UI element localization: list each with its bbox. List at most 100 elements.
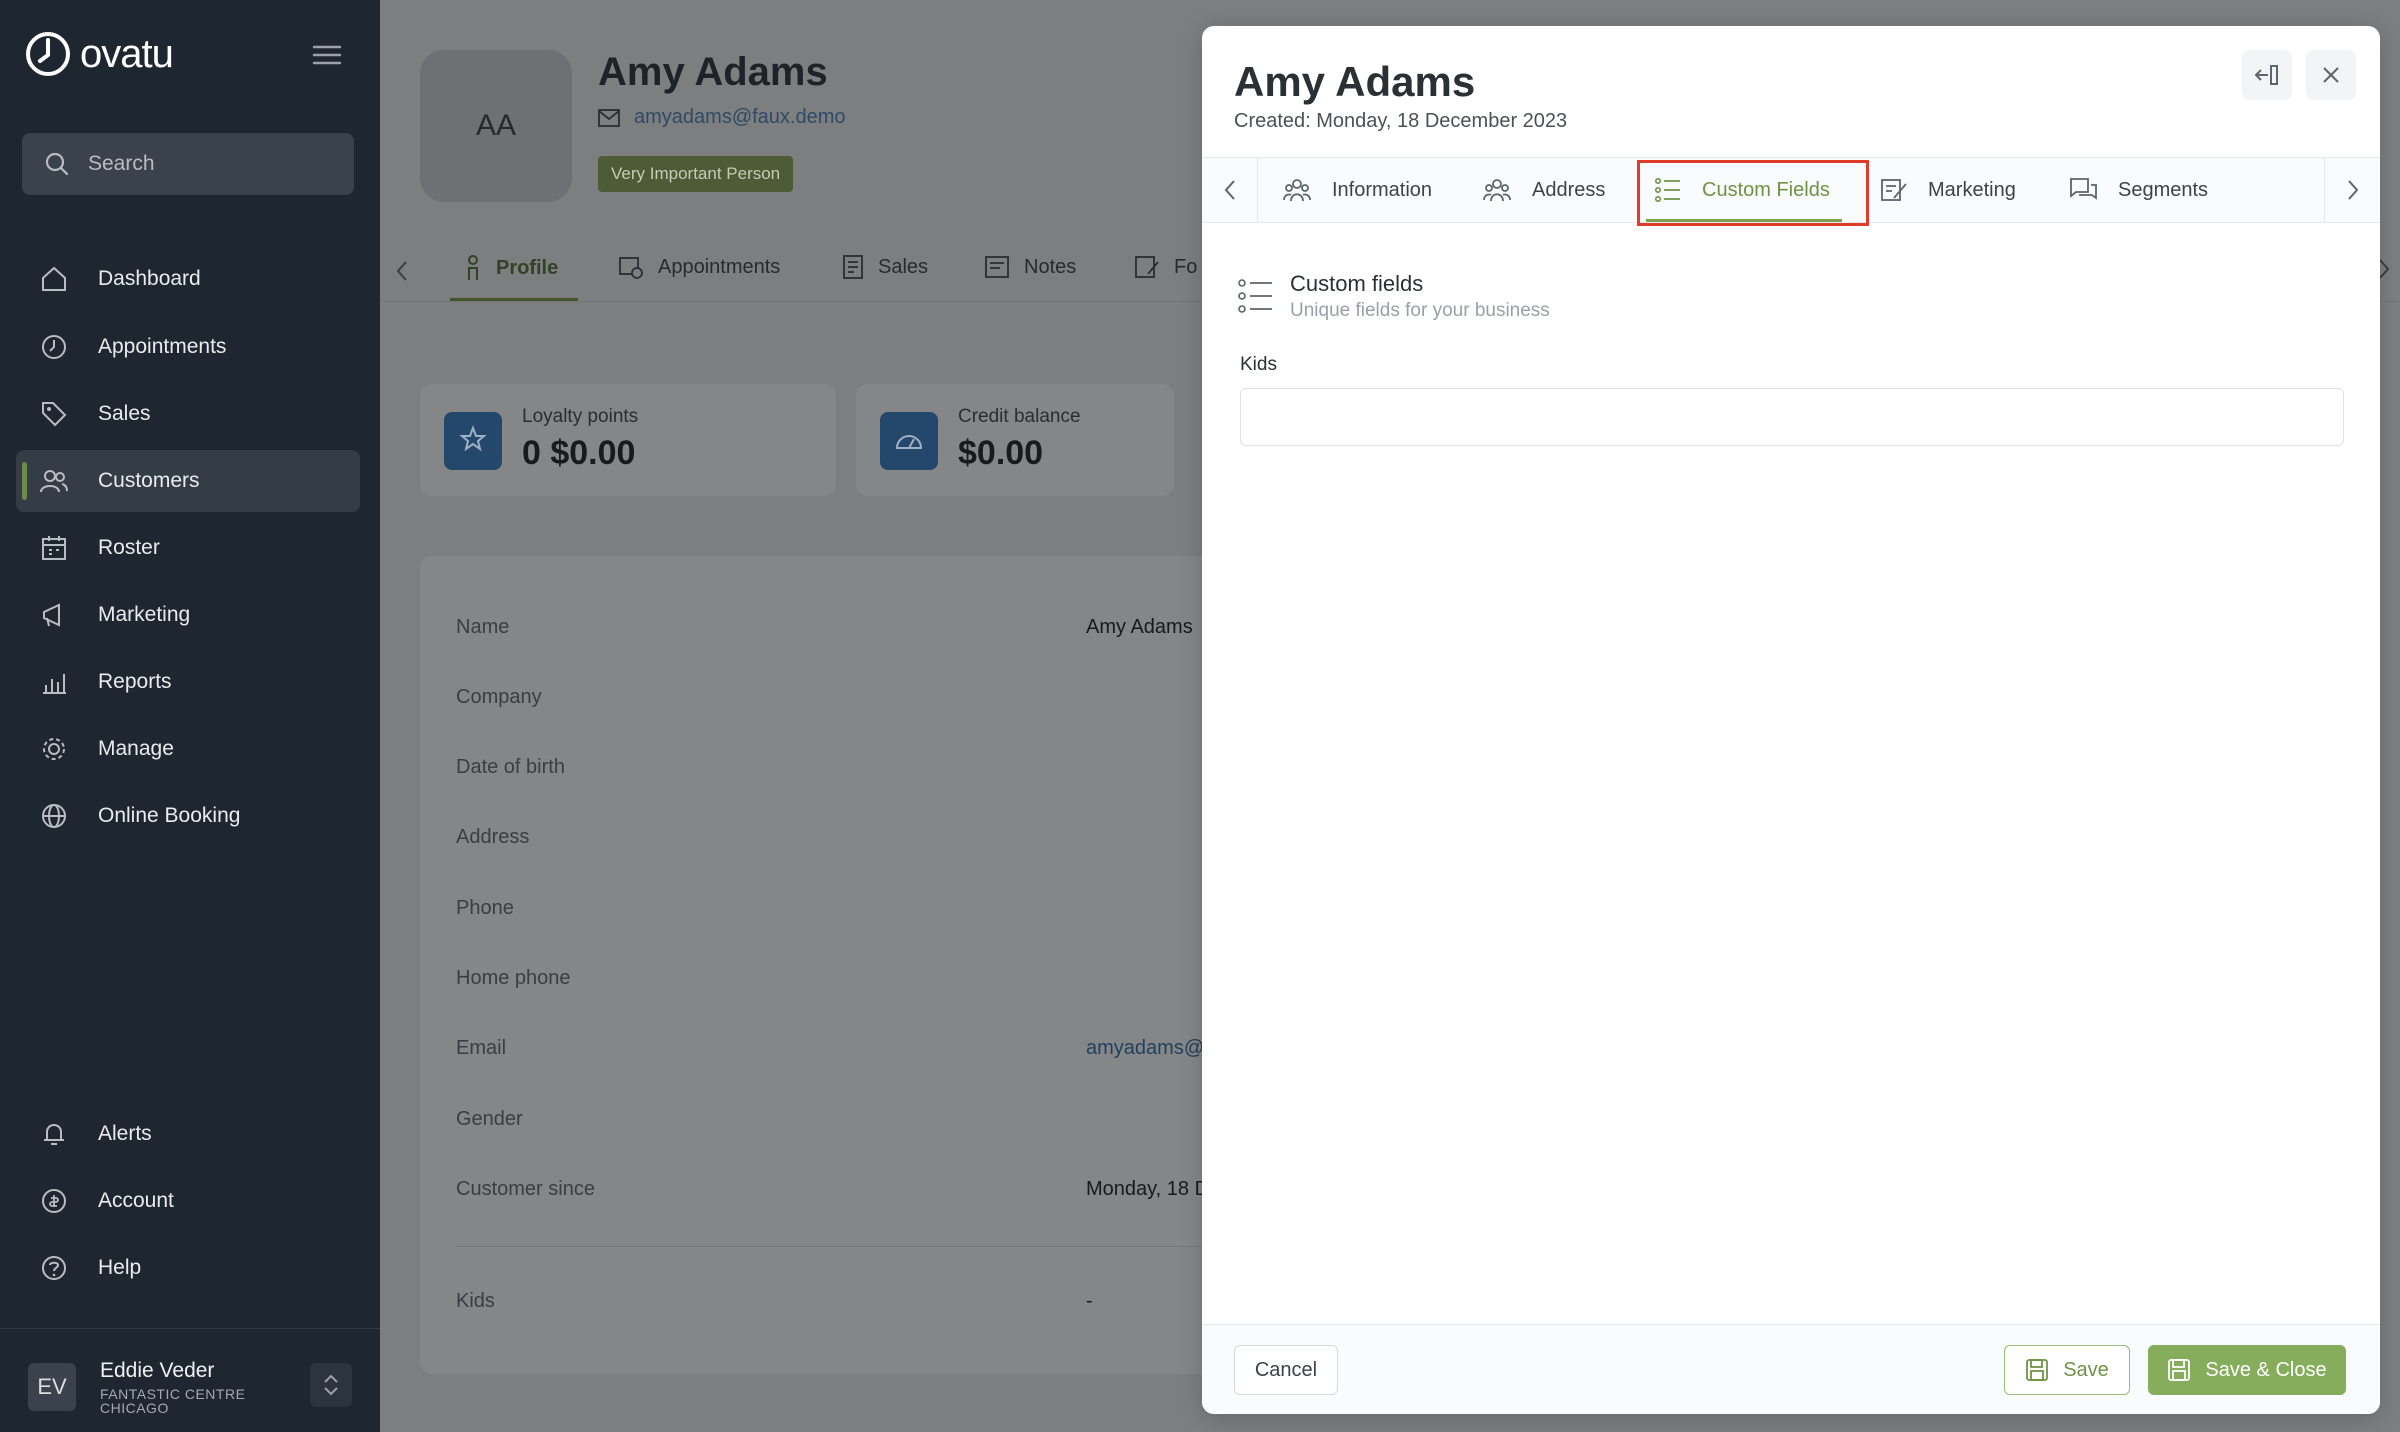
user-switch-button[interactable] xyxy=(310,1363,352,1407)
tab-appointments[interactable]: Appointments xyxy=(618,254,780,280)
nav-label: Appointments xyxy=(98,335,227,358)
tab-label: Notes xyxy=(1024,255,1077,278)
highlight-box xyxy=(1637,160,1869,226)
detail-value: Amy Adams xyxy=(1086,616,1193,638)
avatar: EV xyxy=(28,1363,76,1411)
credit-card: Credit balance $0.00 xyxy=(856,384,1174,496)
tabs-next-button[interactable] xyxy=(2324,158,2380,222)
tab-address[interactable]: Address xyxy=(1482,158,1605,222)
chevron-updown-icon xyxy=(324,1374,338,1396)
tab-forms[interactable]: Fo xyxy=(1134,254,1197,280)
gauge-icon xyxy=(880,412,938,470)
customer-edit-drawer: Amy Adams Created: Monday, 18 December 2… xyxy=(1202,26,2380,1414)
nav-item-marketing[interactable]: Marketing xyxy=(16,584,360,646)
close-icon xyxy=(2323,67,2339,83)
user-location: FANTASTIC CENTRE CHICAGO xyxy=(100,1386,246,1416)
bell-icon xyxy=(38,1118,70,1150)
detail-label: Gender xyxy=(456,1108,523,1130)
save-and-close-label: Save & Close xyxy=(2205,1358,2327,1381)
tab-active-underline xyxy=(450,298,578,301)
nav-item-help[interactable]: Help xyxy=(16,1237,360,1299)
credit-value: $0.00 xyxy=(958,434,1044,472)
account-icon xyxy=(38,1185,70,1217)
users-icon xyxy=(1483,179,1511,202)
vip-badge: Very Important Person xyxy=(598,156,794,192)
customer-name: Amy Adams xyxy=(598,50,828,94)
tab-information[interactable]: Information xyxy=(1282,158,1432,222)
save-label: Save xyxy=(2063,1358,2109,1381)
calendar-icon xyxy=(38,532,70,564)
tab-marketing[interactable]: Marketing xyxy=(1880,158,2016,222)
loyalty-label: Loyalty points xyxy=(522,406,639,427)
kids-label: Kids xyxy=(1240,354,1277,375)
drawer-created-date: Created: Monday, 18 December 2023 xyxy=(1234,110,1568,132)
help-icon xyxy=(38,1252,70,1284)
nav-item-manage[interactable]: Manage xyxy=(16,718,360,780)
tab-label: Information xyxy=(1332,178,1433,201)
tab-label: Sales xyxy=(878,255,929,278)
section-subtitle: Unique fields for your business xyxy=(1290,300,1550,321)
chart-icon xyxy=(38,666,70,698)
collapse-drawer-button[interactable] xyxy=(2242,50,2292,100)
mail-icon xyxy=(598,108,620,127)
search-input[interactable]: Search xyxy=(22,133,354,195)
nav-label: Help xyxy=(98,1256,142,1279)
customer-avatar: AA xyxy=(420,50,572,202)
nav-item-alerts[interactable]: Alerts xyxy=(16,1103,360,1165)
users-icon xyxy=(38,465,70,497)
tabs-left-chevron-icon[interactable] xyxy=(394,258,410,284)
form-icon xyxy=(1135,256,1159,278)
loyalty-star-icon xyxy=(444,412,502,470)
save-button[interactable]: Save xyxy=(2004,1345,2130,1395)
detail-value: - xyxy=(1086,1290,1093,1312)
logo-text: ovatu xyxy=(80,31,174,76)
save-and-close-button[interactable]: Save & Close xyxy=(2148,1345,2346,1395)
customer-email[interactable]: amyadams@faux.demo xyxy=(598,106,846,129)
detail-label: Customer since xyxy=(456,1178,595,1200)
nav-label: Customers xyxy=(98,469,200,492)
chevron-right-icon xyxy=(2347,180,2358,200)
menu-toggle-icon[interactable] xyxy=(310,40,344,70)
nav-label: Marketing xyxy=(98,603,191,626)
customer-email-text: amyadams@faux.demo xyxy=(634,106,846,128)
tab-notes[interactable]: Notes xyxy=(984,254,1076,280)
tab-label: Marketing xyxy=(1928,178,2016,201)
tabs-prev-button[interactable] xyxy=(1202,158,1258,222)
receipt-icon xyxy=(843,255,863,279)
chevron-left-icon xyxy=(1224,180,1235,200)
tab-segments[interactable]: Segments xyxy=(2068,158,2208,222)
tab-label: Fo xyxy=(1174,255,1198,278)
detail-label: Phone xyxy=(456,897,514,919)
collapse-panel-icon xyxy=(2254,65,2278,85)
globe-icon xyxy=(38,800,70,832)
gear-icon xyxy=(38,733,70,765)
credit-label: Credit balance xyxy=(958,406,1081,427)
search-icon xyxy=(45,152,69,176)
save-icon xyxy=(2168,1359,2191,1381)
nav-label: Dashboard xyxy=(98,267,201,290)
megaphone-icon xyxy=(38,599,70,631)
close-drawer-button[interactable] xyxy=(2306,50,2356,100)
nav-item-account[interactable]: Account xyxy=(16,1170,360,1232)
nav-item-roster[interactable]: Roster xyxy=(16,517,360,579)
nav-item-customers[interactable]: Customers xyxy=(16,450,360,512)
user-block: EV Eddie Veder FANTASTIC CENTRE CHICAGO xyxy=(0,1328,380,1432)
kids-input[interactable] xyxy=(1240,388,2344,446)
nav-item-online-booking[interactable]: Online Booking xyxy=(16,785,360,847)
nav-item-reports[interactable]: Reports xyxy=(16,651,360,713)
tab-profile[interactable]: Profile xyxy=(464,254,558,282)
logo-clock-icon xyxy=(26,32,70,76)
nav-item-dashboard[interactable]: Dashboard xyxy=(16,248,360,310)
nav-item-appointments[interactable]: Appointments xyxy=(16,316,360,378)
nav-item-sales[interactable]: Sales xyxy=(16,383,360,445)
drawer-footer: Cancel Save Save & Close xyxy=(1202,1324,2380,1414)
detail-label: Address xyxy=(456,826,530,848)
detail-value[interactable]: amyadams@f xyxy=(1086,1037,1210,1060)
cancel-button[interactable]: Cancel xyxy=(1234,1345,1338,1395)
nav-label: Sales xyxy=(98,402,151,425)
tab-label: Profile xyxy=(496,256,559,279)
tab-sales[interactable]: Sales xyxy=(842,254,928,280)
logo[interactable]: ovatu xyxy=(24,30,174,78)
detail-label: Home phone xyxy=(456,967,571,989)
users-icon xyxy=(1283,179,1311,202)
